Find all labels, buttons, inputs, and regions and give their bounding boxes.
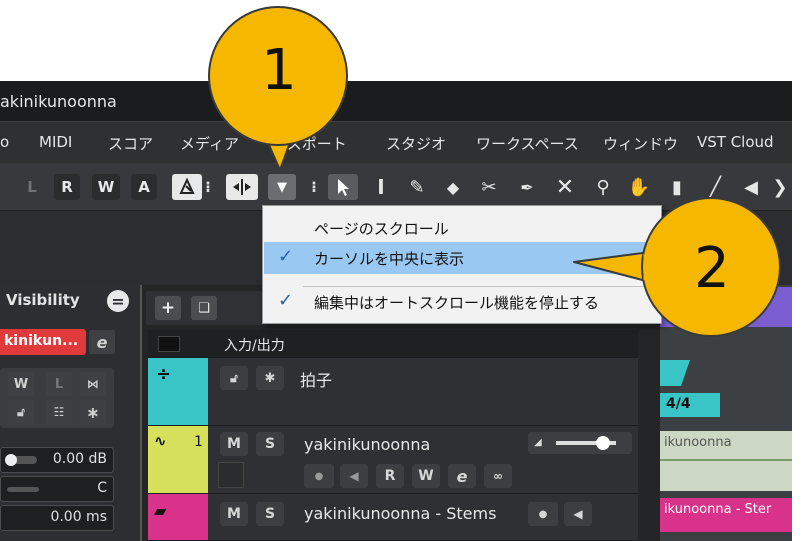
- stems-clip[interactable]: ikunoonna - Ster: [660, 498, 792, 532]
- mute-button[interactable]: M: [220, 432, 248, 456]
- callout-2: [573, 197, 781, 337]
- track-name-stems: yakinikunoonna - Stems: [304, 504, 497, 523]
- solo-button[interactable]: S: [256, 432, 284, 456]
- pan-slider-track: [7, 487, 39, 492]
- automation-l-button[interactable]: L: [20, 174, 44, 200]
- folder-row[interactable]: 入力/出力: [148, 330, 638, 358]
- track-color-cyan: ÷: [148, 358, 208, 425]
- track-color-magenta: ▰: [148, 494, 208, 540]
- track-row-audio[interactable]: ∿ 1 M S yakinikunoonna ● ◀ R W e ∞ ◢: [148, 426, 638, 494]
- volume-value: 0.00 dB: [52, 451, 107, 467]
- glue-tool-icon[interactable]: ✒: [514, 174, 540, 200]
- automation-a-button[interactable]: A: [131, 174, 157, 200]
- inspector-lock-icon[interactable]: 🔓︎: [8, 400, 34, 424]
- check-icon: ✓: [278, 290, 294, 311]
- range-tool-icon[interactable]: Ⅰ: [368, 174, 394, 200]
- read-automation-button[interactable]: R: [376, 464, 404, 488]
- stems-speaker-icon[interactable]: ◀: [564, 502, 592, 526]
- track-name-signature: 拍子: [300, 371, 333, 390]
- pan-value: C: [97, 480, 107, 496]
- track-name-audio: yakinikunoonna: [304, 435, 431, 454]
- visibility-menu-icon[interactable]: =: [107, 290, 129, 312]
- inspector-track-name[interactable]: kinikun...: [0, 329, 86, 355]
- menu-item-partial[interactable]: o: [0, 133, 9, 151]
- stems-mute-button[interactable]: M: [220, 502, 248, 526]
- suspend-autoscroll-button[interactable]: [226, 174, 258, 200]
- menu-item-suspend-autoscroll-label: 編集中はオートスクロール機能を停止する: [314, 294, 600, 312]
- toolbar-grip-icon-2: ⁝: [311, 178, 317, 196]
- visibility-tab-label[interactable]: Visibility: [6, 291, 80, 309]
- callout-1-number: 1: [261, 38, 297, 103]
- automation-w-button[interactable]: W: [92, 174, 120, 200]
- track-settings-icon[interactable]: ✱: [256, 366, 284, 390]
- check-icon: ✓: [278, 246, 294, 267]
- track-row-signature[interactable]: ÷ 🔓︎ ✱ 拍子: [148, 358, 638, 426]
- inspector-list-icon[interactable]: ☷: [46, 400, 72, 424]
- folder-open-icon: ▰: [154, 501, 167, 520]
- menu-item-workspace[interactable]: ワークスペース: [476, 133, 579, 154]
- title-bar: akinikunoonna: [0, 81, 792, 121]
- track-row-stems[interactable]: ▰ M S yakinikunoonna - Stems ● ◀: [148, 494, 638, 541]
- erase-tool-icon[interactable]: ◆: [440, 174, 466, 200]
- stems-solo-button[interactable]: S: [256, 502, 284, 526]
- audio-clip-label: ikunoonna: [664, 435, 732, 450]
- folder-icon: [158, 336, 180, 352]
- edit-channel-button[interactable]: e: [448, 464, 476, 488]
- time-signature-event[interactable]: 4/4: [660, 393, 720, 417]
- menu-item-window[interactable]: ウィンドウ: [603, 133, 678, 154]
- volume-ramp-icon: ◢: [534, 437, 542, 448]
- pointer-icon: [338, 179, 349, 196]
- object-selection-tool[interactable]: [328, 174, 358, 200]
- link-icon[interactable]: ∞: [484, 464, 512, 488]
- track-volume-slider[interactable]: ◢: [528, 432, 632, 454]
- inspector-asterisk-icon[interactable]: ∗: [80, 400, 106, 424]
- write-automation-button[interactable]: W: [412, 464, 440, 488]
- automation-r-button[interactable]: R: [54, 174, 80, 200]
- menu-bar: o MIDI スコア メディア ンスポート スタジオ ワークスペース ウィンドウ…: [0, 121, 792, 163]
- inspector-latch-button[interactable]: L: [46, 372, 72, 396]
- pan-field[interactable]: C: [0, 476, 114, 502]
- volume-slider-knob[interactable]: [5, 454, 17, 466]
- inspector-bowtie-icon[interactable]: ⋈: [80, 372, 106, 396]
- monitor-speaker-icon[interactable]: ◀: [340, 464, 368, 488]
- autoscroll-options-dropdown[interactable]: ▼: [268, 174, 296, 200]
- inspector-write-button[interactable]: W: [8, 372, 34, 396]
- track-color-yellow: ∿ 1: [148, 426, 208, 493]
- delay-field[interactable]: 0.00 ms: [0, 505, 114, 531]
- audio-waveform-icon: ∿: [154, 432, 167, 450]
- track-record-slot[interactable]: [218, 462, 244, 488]
- cursor-center-icon: [233, 179, 251, 195]
- folder-label: 入力/出力: [224, 338, 285, 354]
- draw-tool-icon[interactable]: ✎: [404, 174, 430, 200]
- audio-waveform: [660, 459, 792, 461]
- volume-field[interactable]: 0.00 dB: [0, 447, 114, 473]
- split-tool-icon[interactable]: ✂: [476, 174, 502, 200]
- menu-item-score[interactable]: スコア: [108, 133, 153, 154]
- volume-slider-handle[interactable]: [596, 436, 610, 450]
- signature-track-icon: ÷: [156, 364, 172, 385]
- audio-clip[interactable]: ikunoonna: [660, 431, 792, 491]
- menu-item-studio[interactable]: スタジオ: [386, 133, 446, 154]
- toolbar-grip-icon: ⁝: [205, 178, 211, 196]
- add-track-button[interactable]: +: [155, 296, 181, 320]
- menu-item-midi[interactable]: MIDI: [39, 133, 72, 151]
- autoscroll-icon: [179, 177, 195, 194]
- inspector-track-name-text: kinikun...: [4, 333, 79, 349]
- track-lock-icon[interactable]: 🔓︎: [220, 366, 248, 390]
- track-presets-icon[interactable]: ❏: [191, 296, 217, 320]
- track-number: 1: [194, 434, 203, 450]
- edit-channel-icon[interactable]: e: [89, 330, 115, 354]
- menu-item-vst-cloud[interactable]: VST Cloud: [697, 133, 774, 151]
- delay-value: 0.00 ms: [50, 509, 107, 525]
- callout-2-number: 2: [694, 236, 730, 301]
- window-title: akinikunoonna: [0, 92, 117, 111]
- autoscroll-toggle-button[interactable]: [172, 174, 202, 200]
- stems-clip-label: ikunoonna - Ster: [664, 502, 772, 517]
- menu-item-center-cursor-label: カーソルを中央に表示: [314, 250, 465, 268]
- menu-item-page-scroll-label: ページのスクロール: [314, 220, 449, 238]
- stems-monitor-dot-icon[interactable]: ●: [528, 502, 558, 526]
- monitor-dot-icon[interactable]: ●: [304, 464, 334, 488]
- time-signature-value: 4/4: [666, 396, 691, 412]
